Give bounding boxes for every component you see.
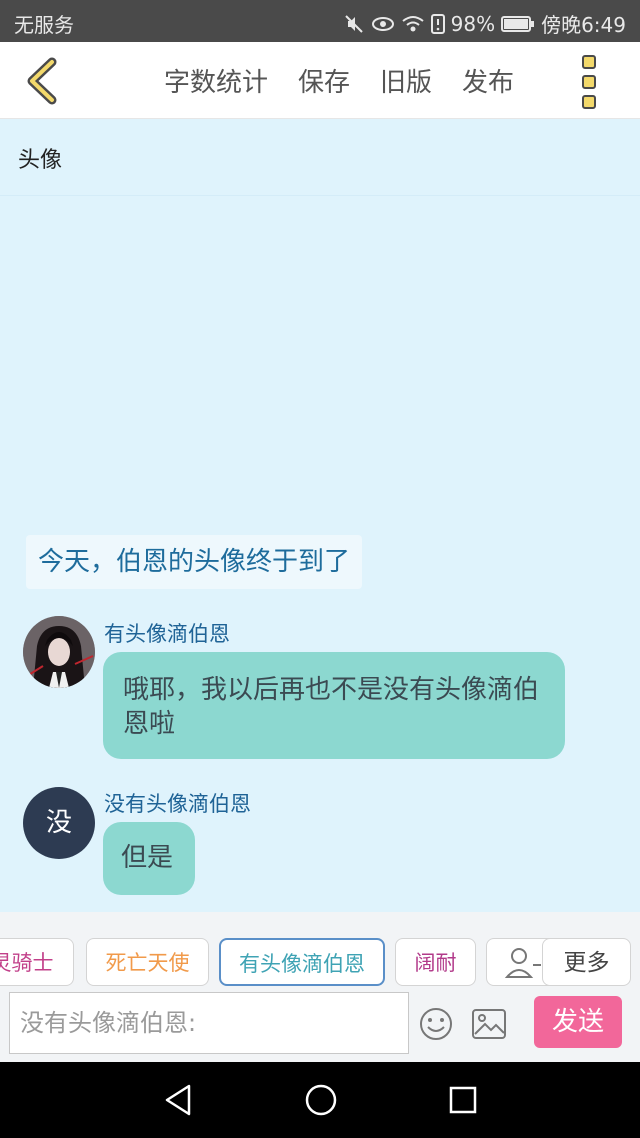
menu-dot [582,95,596,109]
toolbar-menu: 字数统计 保存 旧版 发布 [164,62,514,99]
editor-toolbar: 字数统计 保存 旧版 发布 [0,42,640,119]
carrier-label: 无服务 [14,13,74,37]
home-circle-icon [305,1084,337,1116]
status-bar: 无服务 98% 傍晚6:49 [0,0,640,42]
more-button[interactable]: 更多 [542,938,631,986]
title-field[interactable]: 头像 [0,118,640,196]
nav-back-button[interactable] [163,1082,193,1122]
message-bubble[interactable]: 但是 [103,822,195,895]
old-version-button[interactable]: 旧版 [380,62,432,99]
publish-button[interactable]: 发布 [462,62,514,99]
sim-icon [430,13,445,35]
avatar[interactable]: 没 [23,787,95,859]
character-chip[interactable]: 灵骑士 [0,938,74,986]
add-person-icon [504,948,541,978]
emoji-button[interactable] [418,1006,454,1046]
send-button[interactable]: 发送 [534,996,622,1048]
back-button[interactable] [22,56,66,106]
menu-dot [582,75,596,89]
character-chip[interactable]: 阔耐 [395,938,476,986]
menu-dot [582,55,596,69]
mute-icon [343,13,365,35]
recents-square-icon [449,1086,477,1114]
speaker-name: 没有头像滴伯恩 [104,792,251,816]
clock: 傍晚6:49 [541,13,626,37]
chevron-left-icon [27,57,57,105]
word-count-button[interactable]: 字数统计 [164,62,268,99]
smiley-icon [420,1008,452,1040]
system-nav-bar [0,1062,640,1138]
back-triangle-icon [165,1084,191,1116]
eye-icon [371,13,395,35]
speaker-name: 有头像滴伯恩 [104,622,230,646]
save-button[interactable]: 保存 [298,62,350,99]
character-chip-active[interactable]: 有头像滴伯恩 [219,938,385,986]
battery-percent: 98% [450,11,496,36]
message-bubble[interactable]: 哦耶，我以后再也不是没有头像滴伯恩啦 [103,652,565,759]
avatar-image [23,616,95,688]
message-input[interactable]: 没有头像滴伯恩: [9,992,409,1054]
nav-home-button[interactable] [303,1082,339,1122]
character-chip[interactable]: 死亡天使 [86,938,209,986]
more-vertical-icon[interactable] [578,55,600,109]
status-icons: 98% 傍晚6:49 [343,9,626,38]
wifi-icon [401,13,425,35]
title-text: 头像 [18,148,63,173]
image-icon [472,1009,506,1039]
avatar[interactable] [23,616,95,688]
nav-recents-button[interactable] [448,1082,478,1122]
image-button[interactable] [471,1008,507,1044]
battery-icon [501,15,535,33]
narration-bubble[interactable]: 今天，伯恩的头像终于到了 [26,535,363,589]
composer-panel: 灵骑士 死亡天使 有头像滴伯恩 阔耐 更多 没有头像滴伯恩: 发送 [0,912,640,1062]
